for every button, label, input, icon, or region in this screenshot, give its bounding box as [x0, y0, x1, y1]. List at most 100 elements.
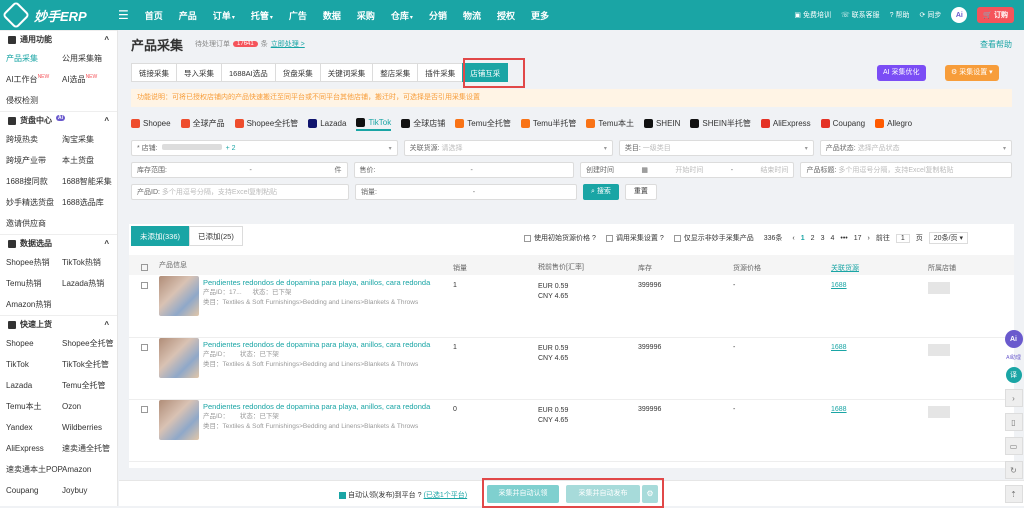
nav-item-7[interactable]: 仓库▾ — [383, 9, 421, 22]
next-page-icon[interactable]: › — [868, 235, 870, 242]
product-title-link[interactable]: Pendientes redondos de dopamina para pla… — [203, 278, 430, 288]
platform-tab-12[interactable]: Coupang — [820, 115, 865, 131]
tab-0[interactable]: 链接采集 — [131, 63, 177, 82]
sidebar-item[interactable]: AliExpress — [6, 438, 62, 459]
collect-settings-button[interactable]: ⚙ 采集设置 ▾ — [945, 65, 999, 81]
tab-added[interactable]: 已添加(25) — [189, 226, 243, 246]
nav-item-10[interactable]: 授权 — [489, 9, 523, 22]
related-source-link[interactable]: 1688 — [831, 276, 928, 289]
tab-3[interactable]: 货盘采集 — [274, 63, 321, 82]
related-source-link[interactable]: 1688 — [831, 338, 928, 351]
reset-button[interactable]: 重置 — [624, 184, 657, 200]
hamburger-icon[interactable]: ☰ — [118, 8, 129, 22]
product-thumbnail[interactable] — [159, 400, 199, 440]
process-now-link[interactable]: 立即处理 > — [271, 39, 305, 49]
ai-avatar[interactable]: Ai — [951, 7, 968, 23]
sidebar-item[interactable]: Temu全托管 — [62, 375, 117, 396]
sidebar-item[interactable]: Temu热销 — [6, 273, 62, 294]
page-number[interactable]: 1 — [801, 235, 805, 242]
platform-tab-7[interactable]: Temu半托管 — [520, 115, 576, 131]
page-number[interactable]: 17 — [854, 235, 862, 242]
back-to-top-icon[interactable]: ⇡ — [1004, 485, 1023, 503]
shop-select[interactable]: * 店铺: + 2 ▾ — [131, 140, 398, 156]
sidebar-item[interactable]: 1688选品库 — [62, 192, 117, 213]
platform-tab-8[interactable]: Temu本土 — [586, 115, 634, 131]
sidebar-item[interactable]: Temu本土 — [6, 396, 62, 417]
sidebar-item[interactable]: 邀请供应商 — [6, 213, 62, 234]
sidebar-item[interactable]: AI选品NEW — [62, 69, 117, 90]
product-thumbnail[interactable] — [159, 338, 199, 378]
stock-range-input[interactable]: 库存范围: - 件 — [131, 162, 348, 178]
sidebar-item[interactable]: 侵权检测 — [6, 90, 62, 111]
page-size-select[interactable]: 20条/页 ▾ — [928, 232, 968, 244]
ai-assistant-button[interactable]: Ai — [1004, 330, 1023, 348]
sidebar-item[interactable]: Yandex — [6, 417, 62, 438]
mobile-icon[interactable]: ▯ — [1004, 413, 1023, 431]
sidebar-item[interactable]: Shopee全托管 — [62, 333, 117, 354]
page-number[interactable]: 3 — [821, 235, 825, 242]
title-search-input[interactable]: 产品标题: 多个用逗号分隔，支持Excel复制粘贴 — [800, 162, 1013, 178]
selected-platforms-link[interactable]: (已选1个平台) — [424, 490, 468, 500]
sidebar-item[interactable]: 1688智能采集 — [62, 171, 117, 192]
sidebar-item[interactable]: 妙手精选货盘 — [6, 192, 62, 213]
row-checkbox[interactable] — [129, 338, 148, 351]
platform-tab-9[interactable]: SHEIN — [643, 115, 680, 131]
sidebar-item[interactable]: 1688搜同款 — [6, 171, 62, 192]
tab-not-added[interactable]: 未添加(336) — [131, 226, 190, 246]
nav-item-0[interactable]: 首页 — [137, 9, 171, 22]
nav-item-4[interactable]: 广告 — [281, 9, 315, 22]
only-unpicked-checkbox[interactable]: 仅显示非妙手采集产品 — [673, 233, 754, 243]
platform-tab-3[interactable]: Lazada — [308, 115, 346, 131]
sidebar-item[interactable]: Ozon — [62, 396, 117, 417]
sidebar-item[interactable]: Lazada热销 — [62, 273, 117, 294]
sidebar-item[interactable]: 速卖通本土POP — [6, 459, 63, 480]
create-time-range[interactable]: 创建时间 ▦ 开始时间 - 结束时间 — [579, 162, 795, 178]
nav-item-1[interactable]: 产品 — [171, 9, 205, 22]
sidebar-item[interactable]: 跨境产业带 — [6, 150, 62, 171]
tab-2[interactable]: 1688AI选品 — [221, 63, 276, 82]
select-all-checkbox[interactable] — [129, 258, 148, 272]
sidebar-item[interactable]: AI工作台NEW — [6, 69, 62, 90]
product-title-link[interactable]: Pendientes redondos de dopamina para pla… — [203, 402, 430, 412]
sidebar-item[interactable]: Wildberries — [62, 417, 117, 438]
sidebar-section-2[interactable]: 数据选品 ^ — [0, 234, 117, 252]
page-number[interactable]: 4 — [830, 235, 834, 242]
prev-page-icon[interactable]: ‹ — [792, 235, 794, 242]
sidebar-item[interactable]: 淘宝采集 — [62, 129, 117, 150]
help-link[interactable]: ? 帮助 — [890, 10, 910, 20]
sales-range-input[interactable]: 销量: - — [355, 184, 577, 200]
tablet-icon[interactable]: ▭ — [1004, 437, 1023, 455]
search-button[interactable]: ⌕ 搜索 — [583, 184, 619, 200]
sidebar-item[interactable]: 公用采集箱 — [62, 48, 117, 69]
product-title-link[interactable]: Pendientes redondos de dopamina para pla… — [203, 340, 430, 350]
view-help-link[interactable]: 查看帮助 — [980, 39, 1012, 50]
sidebar-item[interactable]: Amazon — [62, 459, 117, 480]
contact-link[interactable]: ☏ 联系客服 — [841, 10, 880, 20]
sidebar-item[interactable]: TikTok热销 — [62, 252, 117, 273]
category-select[interactable]: 类目: 一级类目 ▾ — [618, 140, 814, 156]
sync-link[interactable]: ⟳ 同步 — [920, 10, 942, 20]
collect-setting-checkbox[interactable]: 调用采集设置 ? — [605, 233, 664, 243]
platform-tab-11[interactable]: AliExpress — [760, 115, 811, 131]
nav-item-3[interactable]: 托管▾ — [243, 9, 281, 22]
page-number[interactable]: ••• — [840, 235, 847, 242]
training-link[interactable]: ▣ 免费培训 — [794, 10, 831, 20]
platform-tab-13[interactable]: Allegro — [875, 115, 912, 131]
related-source-select[interactable]: 关联货源: 请选择 ▾ — [403, 140, 613, 156]
publish-settings-gear-icon[interactable]: ⚙ — [642, 485, 658, 503]
platform-tab-4[interactable]: TikTok — [356, 115, 392, 131]
sidebar-item[interactable]: Amazon热销 — [6, 294, 62, 315]
sidebar-item[interactable]: Coupang — [6, 480, 62, 501]
init-price-checkbox[interactable]: 使用初始货源价格 ? — [524, 233, 596, 243]
sidebar-item[interactable]: 本土货盘 — [62, 150, 117, 171]
platform-tab-0[interactable]: Shopee — [131, 115, 171, 131]
platform-tab-2[interactable]: Shopee全托管 — [234, 115, 298, 131]
sidebar-item[interactable]: Lazada — [6, 375, 62, 396]
tab-1[interactable]: 导入采集 — [176, 63, 222, 82]
page-number[interactable]: 2 — [811, 235, 815, 242]
platform-tab-5[interactable]: 全球店铺 — [401, 115, 445, 131]
sidebar-section-1[interactable]: 货盘中心 Ai ^ — [0, 111, 117, 129]
sidebar-section-3[interactable]: 快速上货 ^ — [0, 315, 117, 333]
product-status-select[interactable]: 产品状态: 选择产品状态 ▾ — [819, 140, 1012, 156]
goto-page-input[interactable]: 1 — [895, 233, 910, 243]
